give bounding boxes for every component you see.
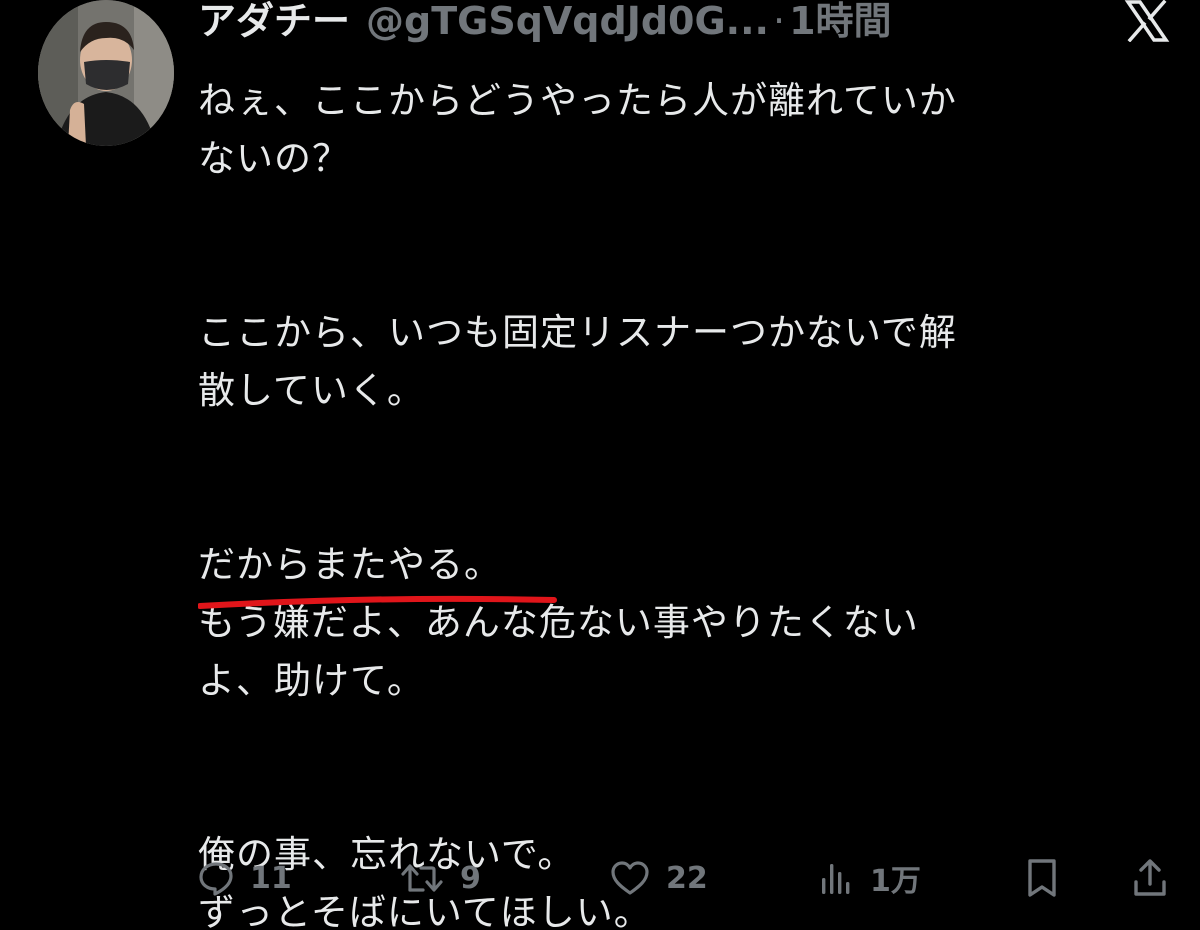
text-line: だからまたやる。 xyxy=(198,543,502,586)
share-icon xyxy=(1134,859,1166,896)
reply-icon xyxy=(199,862,233,896)
like-button[interactable]: 22 xyxy=(610,852,708,904)
post-time[interactable]: 1時間 xyxy=(789,0,891,48)
reply-count: 11 xyxy=(250,860,292,896)
tweet-text: ねぇ、ここからどうやったら人が離れていか ないの？ ここから、いつも固定リスナー… xyxy=(198,72,1158,930)
bookmark-icon xyxy=(1028,859,1056,897)
avatar[interactable] xyxy=(38,0,174,146)
share-button[interactable] xyxy=(1132,852,1184,904)
text-line: ないの？ xyxy=(198,137,350,180)
x-logo-icon xyxy=(1124,0,1170,42)
underlined-phrase: だからまたやる。 xyxy=(198,536,557,609)
views-button[interactable]: 1万 xyxy=(818,852,921,904)
tweet-header: アダチー @gTGSqVqdJd0G... · 1時間 xyxy=(198,0,892,48)
text-line: よ、助けて。 xyxy=(198,659,425,702)
author-handle[interactable]: @gTGSqVqdJd0G... xyxy=(366,0,769,48)
bookmark-button[interactable] xyxy=(1024,852,1076,904)
views-count: 1万 xyxy=(870,864,921,899)
header-separator: · xyxy=(773,0,786,43)
text-line: 散していく。 xyxy=(198,369,425,412)
reply-button[interactable]: 11 xyxy=(198,852,292,904)
repost-count: 9 xyxy=(460,860,481,896)
text-line: ねぇ、ここからどうやったら人が離れていか xyxy=(198,79,957,122)
views-icon xyxy=(822,864,850,894)
action-bar: 11 9 22 1万 xyxy=(198,852,1178,904)
repost-button[interactable]: 9 xyxy=(400,852,481,904)
repost-icon xyxy=(401,864,443,892)
like-count: 22 xyxy=(666,860,708,896)
red-underline-mark xyxy=(198,595,557,609)
author-name[interactable]: アダチー xyxy=(198,0,350,48)
text-line: ここから、いつも固定リスナーつかないで解 xyxy=(198,311,957,354)
like-icon xyxy=(611,861,649,895)
tweet: アダチー @gTGSqVqdJd0G... · 1時間 ねぇ、ここからどうやった… xyxy=(0,0,1200,930)
